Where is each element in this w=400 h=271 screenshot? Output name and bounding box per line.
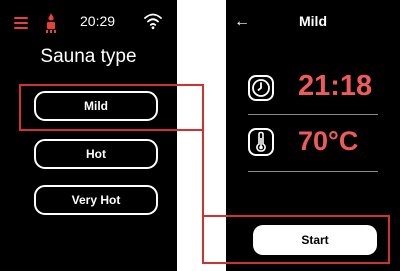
wifi-icon	[144, 13, 162, 30]
menu-icon[interactable]	[14, 17, 28, 29]
sauna-type-screen: 20:29 Sauna type Mild Hot Very Hot	[0, 0, 177, 271]
divider	[248, 114, 378, 115]
temperature-value: 70°C	[298, 126, 359, 156]
sauna-heater-icon	[46, 13, 56, 33]
screen-title: Mild	[299, 13, 327, 29]
hot-button[interactable]: Hot	[34, 139, 158, 169]
start-button[interactable]: Start	[253, 225, 377, 255]
thermometer-icon	[248, 128, 274, 156]
very-hot-button[interactable]: Very Hot	[34, 185, 158, 215]
mild-button[interactable]: Mild	[34, 91, 158, 121]
clock-icon	[248, 75, 274, 101]
mild-detail-screen: ← Mild 21:18 70°C Start	[226, 0, 400, 271]
status-time: 20:29	[80, 13, 116, 29]
page-title: Sauna type	[40, 46, 137, 67]
duration-value: 21:18	[298, 70, 373, 102]
divider	[248, 171, 378, 172]
